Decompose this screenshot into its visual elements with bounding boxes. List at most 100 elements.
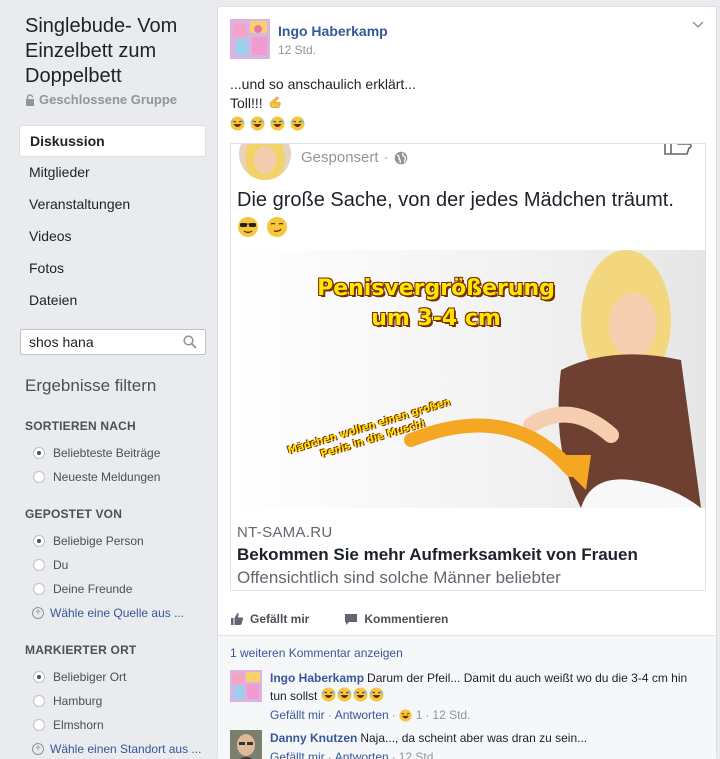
plus-icon: +	[32, 607, 44, 619]
filter-sort-heading: SORTIEREN NACH	[25, 419, 136, 433]
radio-row[interactable]: Beliebteste Beiträge	[25, 441, 215, 465]
radio-button-checked[interactable]	[33, 671, 45, 683]
post-line-2: Toll!!!	[230, 94, 416, 113]
post-line-1: ...und so anschaulich erklärt...	[230, 76, 416, 92]
radio-row[interactable]: Beliebiger Ort	[25, 665, 215, 689]
separator-dot: ·	[391, 750, 396, 759]
separator-dot: ·	[327, 708, 332, 722]
post-actions: Gefällt mir Kommentieren	[230, 609, 706, 629]
filter-posted-by-heading: GEPOSTET VON	[25, 507, 123, 521]
ad-description: Offensichtlich sind solche Männer belieb…	[237, 568, 561, 587]
laughing-reaction-icon[interactable]	[399, 709, 412, 722]
comment-author[interactable]: Danny Knutzen	[270, 731, 357, 745]
group-search	[20, 329, 206, 355]
comments-section: 1 weiteren Kommentar anzeigen Ingo Haber…	[218, 635, 716, 759]
search-icon[interactable]	[183, 335, 197, 349]
laughing-face-icon	[290, 116, 305, 131]
filter-location-heading: MARKIERTER ORT	[25, 643, 137, 657]
group-privacy: Geschlossene Gruppe	[25, 92, 177, 107]
separator-dot: ·	[383, 149, 389, 166]
laughing-face-icon	[369, 687, 384, 702]
radio-button[interactable]	[33, 559, 45, 571]
ad-image-caption: Penisvergrößerung um 3-4 cm	[291, 274, 581, 334]
laughing-face-icon	[353, 687, 368, 702]
comment-like-link[interactable]: Gefällt mir	[270, 749, 325, 759]
comment-body: Ingo Haberkamp Darum der Pfeil... Damit d…	[270, 670, 700, 724]
radio-label: Beliebiger Ort	[53, 670, 127, 684]
comment-meta: Gefällt mir · Antworten · 1 · 12 Std.	[270, 707, 700, 724]
laughing-face-icon	[230, 116, 245, 131]
chevron-down-icon[interactable]	[692, 21, 704, 29]
nav-item-files[interactable]: Dateien	[19, 285, 206, 317]
filter-posted-by: GEPOSTET VON Beliebige Person Du Deine F…	[25, 507, 215, 625]
choose-location-link[interactable]: + Wähle einen Standort aus ...	[25, 737, 215, 759]
filter-sort: SORTIEREN NACH Beliebteste Beiträge Neue…	[25, 419, 215, 489]
comment-reply-link[interactable]: Antworten	[335, 707, 389, 724]
comment-time[interactable]: 12 Std.	[399, 749, 437, 759]
shared-sponsored-post[interactable]: Gesponsert · Die große Sache, von der je…	[230, 143, 706, 591]
laughing-face-icon	[250, 116, 265, 131]
post-card: Ingo Haberkamp 12 Std. ...und so anschau…	[217, 6, 717, 759]
post-author[interactable]: Ingo Haberkamp	[278, 23, 388, 39]
choose-source-link[interactable]: + Wähle eine Quelle aus ...	[25, 601, 215, 625]
ad-message: Die große Sache, von der jedes Mädchen t…	[237, 186, 697, 242]
choose-source-label: Wähle eine Quelle aus ...	[50, 606, 185, 620]
radio-button-checked[interactable]	[33, 535, 45, 547]
radio-row[interactable]: Neueste Meldungen	[25, 465, 215, 489]
group-title[interactable]: Singlebude- Vom Einzelbett zum Doppelbet…	[25, 14, 210, 89]
commenter-avatar[interactable]	[230, 730, 262, 759]
ad-caption-line-1: Penisvergrößerung	[317, 276, 555, 301]
radio-label: Beliebige Person	[53, 534, 144, 548]
comment-button[interactable]: Kommentieren	[344, 609, 448, 629]
commenter-avatar[interactable]	[230, 670, 262, 702]
nav-item-members[interactable]: Mitglieder	[19, 157, 206, 189]
radio-button-checked[interactable]	[33, 447, 45, 459]
view-more-comments-link[interactable]: 1 weiteren Kommentar anzeigen	[230, 646, 403, 660]
comment-reply-link[interactable]: Antworten	[335, 749, 389, 759]
radio-label: Du	[53, 558, 69, 572]
radio-row[interactable]: Du	[25, 553, 215, 577]
laughing-face-icon	[337, 687, 352, 702]
like-button[interactable]: Gefällt mir	[230, 609, 309, 629]
radio-button[interactable]	[33, 583, 45, 595]
post-emoji-row	[230, 115, 416, 134]
ad-domain[interactable]: NT-SAMA.RU	[237, 524, 333, 541]
nav-item-discussion[interactable]: Diskussion	[19, 125, 206, 157]
sponsor-avatar[interactable]	[239, 143, 291, 180]
sponsored-label: Gesponsert ·	[301, 149, 408, 166]
comment-body: Danny Knutzen Naja..., da scheint aber wa…	[270, 730, 700, 759]
nav-item-videos[interactable]: Videos	[19, 221, 206, 253]
radio-label: Beliebteste Beiträge	[53, 446, 161, 460]
nav-item-photos[interactable]: Fotos	[19, 253, 206, 285]
comment-like-link[interactable]: Gefällt mir	[270, 707, 325, 724]
sunglasses-face-icon	[238, 217, 258, 237]
comment-text: Naja..., da scheint aber was dran zu sei…	[360, 731, 588, 745]
thumbs-up-icon[interactable]	[663, 143, 693, 156]
comment-content: Danny Knutzen Naja..., da scheint aber wa…	[270, 730, 700, 747]
radio-button[interactable]	[33, 719, 45, 731]
radio-label: Deine Freunde	[53, 582, 133, 596]
group-nav: Diskussion Mitglieder Veranstaltungen Vi…	[19, 125, 206, 317]
separator-dot: ·	[425, 708, 430, 722]
post-timestamp[interactable]: 12 Std.	[278, 43, 316, 57]
radio-button[interactable]	[33, 471, 45, 483]
post-message: ...und so anschaulich erklärt... Toll!!!	[230, 75, 416, 134]
reaction-count[interactable]: 1	[416, 707, 423, 724]
radio-row[interactable]: Deine Freunde	[25, 577, 215, 601]
comment-label: Kommentieren	[364, 612, 449, 626]
nav-item-events[interactable]: Veranstaltungen	[19, 189, 206, 221]
author-avatar[interactable]	[230, 19, 270, 59]
comment-author[interactable]: Ingo Haberkamp	[270, 671, 364, 685]
ad-headline[interactable]: Bekommen Sie mehr Aufmerksamkeit von Fra…	[237, 545, 638, 565]
comment-time[interactable]: 12 Std.	[432, 707, 470, 724]
radio-row[interactable]: Beliebige Person	[25, 529, 215, 553]
radio-button[interactable]	[33, 695, 45, 707]
radio-row[interactable]: Hamburg	[25, 689, 215, 713]
group-privacy-label: Geschlossene Gruppe	[39, 92, 177, 107]
sponsored-text[interactable]: Gesponsert	[301, 149, 379, 166]
radio-row[interactable]: Elmshorn	[25, 713, 215, 737]
laughing-face-icon	[321, 687, 336, 702]
like-label: Gefällt mir	[250, 612, 310, 626]
radio-label: Neueste Meldungen	[53, 470, 161, 484]
search-input[interactable]	[21, 330, 171, 354]
